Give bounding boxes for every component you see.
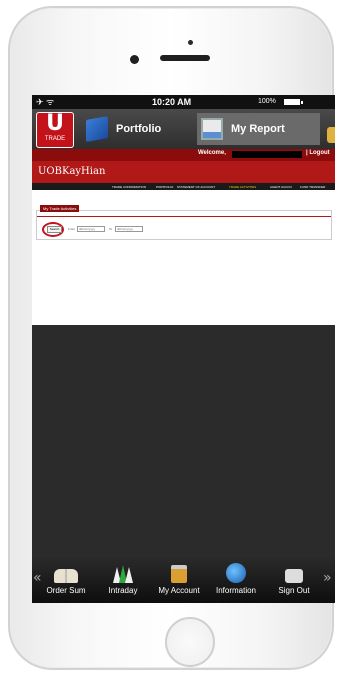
menu-agent-account[interactable]: AGENT ACCOU [270, 185, 292, 189]
menu-trade-activities[interactable]: TRADE ACTIVITIES [229, 185, 256, 189]
proximity-sensor [188, 40, 193, 45]
username-redacted [232, 151, 302, 158]
to-date-input[interactable]: dd/mm/yyyy [115, 226, 143, 232]
battery-level [285, 100, 299, 104]
report-icon [201, 118, 223, 140]
app-header: U TRADE Portfolio My Report [32, 109, 335, 149]
front-camera [130, 55, 139, 64]
logo-text: TRADE [44, 136, 66, 142]
menu-trade-confirmation[interactable]: TRADE CONFIRMATION [112, 185, 146, 189]
partial-nav-icon[interactable] [327, 127, 335, 143]
globe-icon [226, 563, 246, 583]
status-time: 10:20 AM [152, 97, 192, 107]
nav-portfolio-label: Portfolio [116, 123, 162, 135]
trade-activities-panel: My Trade Activities Search From dd/mm/yy… [36, 205, 332, 240]
web-topbar: Welcome, | Logout [32, 149, 335, 161]
nav-portfolio[interactable]: Portfolio [82, 113, 192, 145]
tab-order-sum[interactable]: Order Sum [37, 563, 95, 595]
nav-my-report-label: My Report [231, 123, 285, 135]
earpiece-speaker [160, 55, 210, 61]
menu-fund-transfer[interactable]: FUND TRANSFER [300, 185, 325, 189]
tab-my-account[interactable]: My Account [150, 563, 208, 595]
tab-intraday[interactable]: Intraday [94, 563, 152, 595]
menu-statement-of-account[interactable]: STATEMENT OF ACCOUNT [177, 185, 215, 189]
tab-sign-out-label: Sign Out [278, 586, 310, 595]
webpage-view: Welcome, | Logout UOBKayHian TRADE CONFI… [32, 149, 335, 325]
from-label: From [68, 227, 75, 231]
logout-link[interactable]: | Logout [306, 150, 330, 156]
nav-my-report[interactable]: My Report [197, 113, 320, 145]
phone-screen: ✈ ᯤ 10:20 AM 100% U TRADE Portfolio My R… [32, 95, 335, 603]
brand-logo: UOBKayHian [38, 166, 106, 177]
from-date-input[interactable]: dd/mm/yyyy [77, 226, 105, 232]
tab-my-account-label: My Account [158, 586, 200, 595]
search-button[interactable]: Search [47, 226, 62, 233]
arrow-up-white-2 [125, 567, 133, 583]
utrade-logo[interactable]: U TRADE [36, 112, 74, 148]
lock-icon [171, 565, 187, 583]
battery-percent: 100% [258, 98, 276, 105]
welcome-text: Welcome, [198, 150, 226, 156]
tab-intraday-label: Intraday [108, 586, 138, 595]
panel-divider [37, 216, 331, 217]
web-menu: TRADE CONFIRMATION PORTFOLIO STATEMENT O… [32, 183, 335, 190]
tab-order-sum-label: Order Sum [46, 586, 86, 595]
battery-icon [284, 99, 300, 105]
open-book-icon [54, 569, 78, 583]
arrows-icon [111, 563, 135, 583]
logo-letter: U [46, 111, 64, 136]
bottom-tab-bar: « Order Sum Intraday My Account Informat… [32, 558, 335, 603]
status-bar: ✈ ᯤ 10:20 AM 100% [32, 95, 335, 109]
signout-icon [285, 569, 303, 583]
scroll-right-arrow[interactable]: » [323, 570, 332, 586]
home-button[interactable] [165, 617, 215, 667]
web-banner: UOBKayHian [32, 161, 335, 183]
tab-information[interactable]: Information [207, 563, 265, 595]
book-icon [86, 116, 108, 142]
airplane-wifi-icons: ✈ ᯤ [36, 97, 55, 107]
panel-title: My Trade Activities [40, 205, 80, 212]
to-label: To [109, 227, 113, 231]
tab-information-label: Information [215, 586, 257, 595]
tab-sign-out[interactable]: Sign Out [265, 563, 323, 595]
menu-portfolio[interactable]: PORTFOLIO [156, 185, 173, 189]
battery-tip [301, 101, 303, 104]
